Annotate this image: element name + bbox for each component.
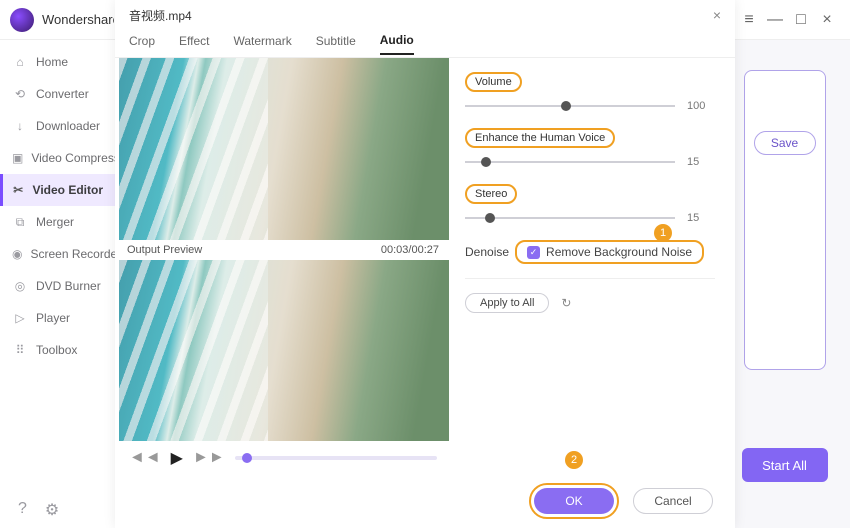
sidebar-item-dvd[interactable]: ◎ DVD Burner <box>0 270 115 302</box>
checkbox-checked-icon[interactable]: ✓ <box>527 246 540 259</box>
sidebar-item-home[interactable]: ⌂ Home <box>0 46 115 78</box>
play-button[interactable]: ▶ <box>171 448 183 468</box>
remove-noise-option[interactable]: 1 ✓ Remove Background Noise <box>515 240 704 264</box>
enhance-label: Enhance the Human Voice <box>465 128 615 148</box>
record-icon: ◉ <box>12 247 22 261</box>
editor-tabs: Crop Effect Watermark Subtitle Audio <box>115 30 735 58</box>
tab-subtitle[interactable]: Subtitle <box>316 34 356 54</box>
sidebar-item-downloader[interactable]: ↓ Downloader <box>0 110 115 142</box>
help-footer: ? ⚙ <box>0 500 115 520</box>
disc-icon: ◎ <box>12 279 28 293</box>
stereo-label: Stereo <box>465 184 517 204</box>
grid-icon: ⠿ <box>12 343 28 357</box>
reset-icon[interactable]: ↻ <box>561 296 571 310</box>
save-button[interactable]: Save <box>754 131 816 155</box>
sidebar-label: Video Compressor <box>31 151 115 165</box>
modal-footer: 2 OK Cancel <box>115 474 735 528</box>
app-logo-icon <box>10 8 34 32</box>
cancel-button[interactable]: Cancel <box>633 488 713 514</box>
volume-value: 100 <box>687 100 715 112</box>
play-icon: ▷ <box>12 311 28 325</box>
annotation-badge-2: 2 <box>565 451 583 469</box>
converter-icon: ⟲ <box>12 87 28 101</box>
enhance-value: 15 <box>687 156 715 168</box>
editor-modal: 音视频.mp4 × Crop Effect Watermark Subtitle… <box>115 0 735 528</box>
enhance-slider[interactable] <box>465 161 675 163</box>
start-all-button[interactable]: Start All <box>742 448 828 482</box>
sidebar-item-toolbox[interactable]: ⠿ Toolbox <box>0 334 115 366</box>
transport-bar: ◄◄ ▶ ►► <box>119 441 447 474</box>
preview-label: Output Preview <box>127 244 202 256</box>
brand-name: Wondershare <box>42 12 114 27</box>
maximize-button[interactable]: □ <box>788 7 814 33</box>
ok-highlight: 2 OK <box>529 483 619 519</box>
settings-icon[interactable]: ⚙ <box>45 500 59 520</box>
sidebar-item-editor[interactable]: ✂ Video Editor <box>0 174 115 206</box>
home-icon: ⌂ <box>12 55 28 69</box>
tab-watermark[interactable]: Watermark <box>233 34 291 54</box>
sidebar: ⌂ Home ⟲ Converter ↓ Downloader ▣ Video Comp… <box>0 40 115 528</box>
sidebar-label: Video Editor <box>33 183 103 197</box>
sidebar-label: Player <box>36 311 70 325</box>
sidebar-item-merger[interactable]: ⧉ Merger <box>0 206 115 238</box>
preview-time: 00:03/00:27 <box>381 244 439 256</box>
close-icon[interactable]: × <box>713 7 721 23</box>
preview-original <box>119 58 449 240</box>
remove-noise-label: Remove Background Noise <box>546 245 692 259</box>
playback-slider[interactable] <box>235 456 437 460</box>
sidebar-item-converter[interactable]: ⟲ Converter <box>0 78 115 110</box>
scissors-icon: ✂ <box>12 183 25 197</box>
download-icon: ↓ <box>12 119 28 133</box>
close-window-button[interactable]: × <box>814 7 840 33</box>
sidebar-label: Merger <box>36 215 74 229</box>
sidebar-label: Downloader <box>36 119 100 133</box>
ok-button[interactable]: OK <box>534 488 614 514</box>
audio-controls: Volume 100 Enhance the Human Voice 15 St… <box>447 58 735 474</box>
tab-effect[interactable]: Effect <box>179 34 209 54</box>
preview-column: Output Preview 00:03/00:27 ◄◄ ▶ ►► <box>115 58 447 474</box>
stereo-value: 15 <box>687 212 715 224</box>
preview-output <box>119 260 449 442</box>
compress-icon: ▣ <box>12 151 23 165</box>
sidebar-label: Toolbox <box>36 343 77 357</box>
hamburger-icon[interactable]: ≡ <box>736 7 762 33</box>
sidebar-item-player[interactable]: ▷ Player <box>0 302 115 334</box>
stereo-slider[interactable] <box>465 217 675 219</box>
modal-title: 音视频.mp4 <box>129 7 192 24</box>
merge-icon: ⧉ <box>12 215 28 230</box>
prev-button[interactable]: ◄◄ <box>129 449 161 467</box>
tab-audio[interactable]: Audio <box>380 33 414 55</box>
volume-slider[interactable] <box>465 105 675 107</box>
output-card: Save <box>744 70 826 370</box>
denoise-label: Denoise <box>465 245 509 259</box>
sidebar-label: DVD Burner <box>36 279 101 293</box>
sidebar-label: Home <box>36 55 68 69</box>
volume-label: Volume <box>465 72 522 92</box>
minimize-button[interactable]: — <box>762 7 788 33</box>
apply-to-all-button[interactable]: Apply to All <box>465 293 549 313</box>
sidebar-label: Screen Recorder <box>30 247 115 261</box>
sidebar-label: Converter <box>36 87 89 101</box>
sidebar-item-compressor[interactable]: ▣ Video Compressor <box>0 142 115 174</box>
help-icon[interactable]: ? <box>18 500 27 520</box>
sidebar-item-recorder[interactable]: ◉ Screen Recorder <box>0 238 115 270</box>
next-button[interactable]: ►► <box>193 449 225 467</box>
annotation-badge-1: 1 <box>654 224 672 242</box>
tab-crop[interactable]: Crop <box>129 34 155 54</box>
right-panel: Save Start All <box>737 70 832 482</box>
